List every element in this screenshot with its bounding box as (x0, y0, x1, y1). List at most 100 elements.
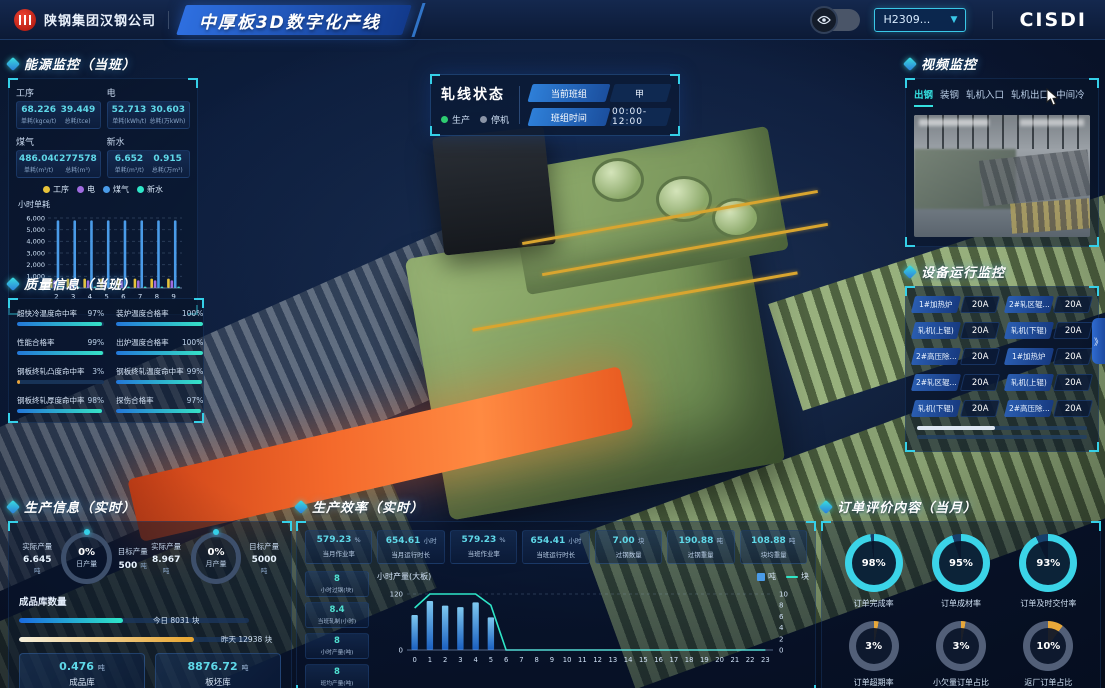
svg-text:8: 8 (779, 602, 783, 610)
equipment-item: 轧机(下辊)20A (913, 400, 998, 417)
hourly-output-chart-title: 小时产量(大板) (377, 571, 431, 582)
camera-feed-railing (1010, 198, 1090, 233)
svg-text:5: 5 (489, 656, 493, 664)
cisdi-logo: CISDI (1019, 9, 1087, 31)
visibility-toggle[interactable] (812, 9, 860, 31)
inventory-bar-yesterday: 昨天 12938 块 (19, 634, 281, 645)
video-tab-2[interactable]: 装钢 (940, 87, 959, 107)
efficiency-stat-card: 654.61 小时当月运行时长 (377, 530, 444, 564)
order-donut-chart: 95% (932, 534, 990, 592)
svg-text:23: 23 (761, 656, 770, 664)
line-status-title: 轧线状态 (441, 84, 509, 104)
camera-osd-text (1020, 119, 1084, 126)
video-tab-3[interactable]: 轧机入口 (966, 87, 1004, 107)
energy-group: 电 52.713单耗(kWh/t) 30.603总耗(万kWh) (107, 86, 190, 129)
svg-text:2: 2 (779, 635, 783, 643)
line-status-panel: 轧线状态 生产 停机 当前班组 甲 班组时间 00:00-12:00 (430, 74, 680, 136)
shift-time-row: 班组时间 00:00-12:00 (530, 108, 669, 126)
device-select-value: H2309... (883, 13, 930, 26)
camera-osd-text (919, 119, 989, 126)
quality-item: 性能合格率99% (17, 337, 104, 355)
efficiency-stat-card: 108.88 吨块均重量 (740, 530, 807, 564)
video-tab-4[interactable]: 轧机出口 (1011, 87, 1049, 107)
device-select-dropdown[interactable]: H2309... ▼ (874, 8, 966, 32)
order-donut-chart: 93% (1019, 534, 1077, 592)
daily-progress-donut: 0% 日产量 (61, 532, 111, 584)
video-tab-5[interactable]: 中间冷 (1056, 87, 1085, 107)
svg-text:5,000: 5,000 (26, 226, 45, 234)
panel-expand-handle[interactable]: 》 (1092, 318, 1105, 364)
svg-text:12: 12 (593, 656, 602, 664)
svg-text:7: 7 (519, 656, 523, 664)
orders-panel-title: 订单评价内容（当月） (837, 497, 977, 516)
equipment-item: 1#加热炉20A (913, 296, 998, 313)
efficiency-panel: 生产效率（实时） 579.23 %当月作业率654.61 小时当月运行时长579… (296, 497, 816, 688)
hourly-output-chart: 1200024681001234567891011121314151617181… (377, 582, 809, 678)
energy-panel-title: 能源监控（当班） (24, 54, 136, 73)
production-info-panel: 生产信息（实时） 实际产量 6.645 吨 0% 日产量 目标产量 500 吨 … (8, 497, 292, 688)
equipment-item: 2#轧区辊...20A (913, 374, 998, 391)
top-header: 陕钢集团汉钢公司 中厚板3D数字化产线 H2309... ▼ CISDI (0, 0, 1105, 40)
efficiency-panel-title: 生产效率（实时） (312, 497, 424, 516)
legend-dot (43, 186, 50, 193)
svg-text:16: 16 (654, 656, 663, 664)
quality-item: 钢板终轧温度命中率99% (116, 366, 203, 384)
equipment-monitor-panel: 设备运行监控 1#加热炉20A 2#轧区辊...20A 轧机(上辊)20A 轧机(下辊… (905, 262, 1099, 452)
efficiency-stat-card: 654.41 小时当班运行时长 (522, 530, 589, 564)
efficiency-side-stat: 8.4当班轧制(小时) (305, 602, 369, 628)
video-tab-1[interactable]: 出钢 (914, 87, 933, 107)
svg-text:17: 17 (670, 656, 679, 664)
svg-text:6: 6 (504, 656, 508, 664)
energy-group: 煤气 486.040单耗(m³/t) 277578总耗(m³) (16, 135, 101, 178)
svg-text:15: 15 (639, 656, 648, 664)
production-panel-title: 生产信息（实时） (24, 497, 136, 516)
svg-text:8: 8 (534, 656, 538, 664)
svg-text:10: 10 (779, 591, 788, 599)
energy-chart-title: 小时单耗 (18, 199, 190, 210)
equipment-scrollbar-track[interactable] (917, 435, 1087, 439)
header-divider (992, 11, 993, 29)
energy-group: 新水 6.652单耗(m³/t) 0.915总耗(万m³) (107, 135, 190, 178)
equipment-item: 轧机(上辊)20A (1006, 374, 1091, 391)
svg-text:21: 21 (731, 656, 740, 664)
dashboard-root: 陕钢集团汉钢公司 中厚板3D数字化产线 H2309... ▼ CISDI 能源监… (0, 0, 1105, 688)
svg-text:0: 0 (399, 647, 403, 655)
legend-line-swatch (786, 576, 798, 578)
svg-text:10: 10 (563, 656, 572, 664)
efficiency-side-stat: 8班均产量(吨) (305, 664, 369, 688)
order-donut-chart: 3% (849, 621, 899, 671)
efficiency-stat-card: 579.23 %当班作业率 (450, 530, 517, 564)
camera-feed[interactable] (914, 115, 1090, 237)
banner-decoration (411, 3, 425, 37)
company-logo-icon (14, 9, 36, 31)
legend-bar-swatch (757, 573, 765, 581)
monthly-progress-donut: 0% 月产量 (191, 532, 242, 584)
quality-item: 钢板终轧凸度命中率3% (17, 366, 104, 384)
diamond-icon (903, 56, 917, 70)
svg-text:4: 4 (779, 624, 784, 632)
current-shift-row: 当前班组 甲 (530, 84, 669, 102)
order-donut-cell: 3%订单超期率 (830, 621, 917, 688)
svg-text:1: 1 (428, 656, 432, 664)
divider (519, 86, 520, 124)
equipment-panel-title: 设备运行监控 (921, 262, 1005, 281)
diamond-icon (819, 499, 833, 513)
order-donut-cell: 93%订单及时交付率 (1005, 534, 1092, 609)
equipment-scrollbar[interactable] (917, 426, 1087, 430)
order-donut-cell: 95%订单成材率 (917, 534, 1004, 609)
equipment-item: 轧机(上辊)20A (913, 322, 998, 339)
svg-text:120: 120 (390, 591, 403, 599)
eye-icon (810, 6, 838, 34)
svg-text:6: 6 (779, 613, 784, 621)
inventory-section-title: 成品库数量 (19, 594, 281, 608)
order-evaluation-panel: 订单评价内容（当月） 98%订单完成率95%订单成材率93%订单及时交付率3%订… (821, 497, 1101, 688)
efficiency-side-stat: 8小时过钢(块) (305, 571, 369, 597)
quality-info-panel: 质量信息（当班） 超快冷温度命中率97%装炉温度合格率100%性能合格率99%出… (8, 274, 204, 423)
scrollbar-thumb[interactable] (917, 426, 995, 430)
energy-chart-legend: 工序 电 煤气 新水 (16, 184, 190, 195)
video-monitor-panel: 视频监控 出钢装钢轧机入口轧机出口中间冷电加热 (905, 54, 1099, 247)
svg-text:9: 9 (550, 656, 554, 664)
svg-text:19: 19 (700, 656, 709, 664)
svg-text:0: 0 (779, 647, 783, 655)
order-donut-chart: 10% (1023, 621, 1073, 671)
